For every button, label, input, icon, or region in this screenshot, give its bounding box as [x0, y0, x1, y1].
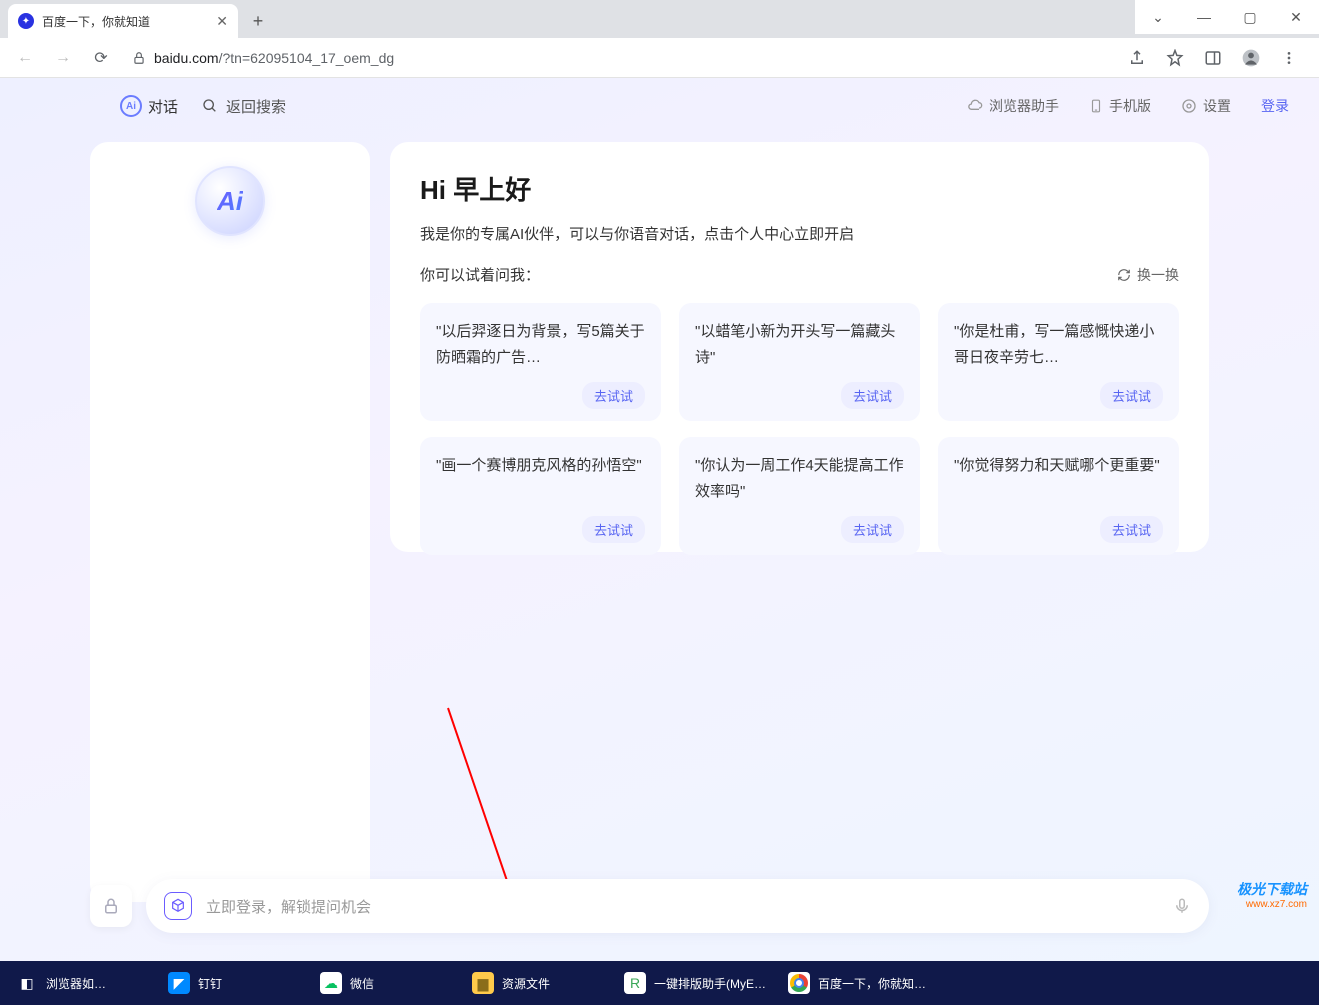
nav-forward-button[interactable]: →	[48, 43, 78, 73]
settings-link[interactable]: 设置	[1181, 96, 1231, 116]
chat-tab[interactable]: Ai 对话	[120, 95, 178, 117]
browser-helper-link[interactable]: 浏览器助手	[967, 96, 1059, 116]
try-button[interactable]: 去试试	[1100, 516, 1163, 543]
prompt-text: "以后羿逐日为背景，写5篇关于防晒霜的广告…	[436, 319, 645, 382]
refresh-icon	[1117, 268, 1131, 282]
chrome-icon	[788, 972, 810, 994]
input-bar-wrap: 立即登录，解锁提问机会	[0, 879, 1319, 933]
main-card: Hi 早上好 我是你的专属AI伙伴，可以与你语音对话，点击个人中心立即开启 你可…	[390, 142, 1209, 552]
prompt-card[interactable]: "画一个赛博朋克风格的孙悟空" 去试试	[420, 437, 661, 555]
prompt-card[interactable]: "你觉得努力和天赋哪个更重要" 去试试	[938, 437, 1179, 555]
mobile-link[interactable]: 手机版	[1089, 96, 1151, 116]
taskbar-item-dingtalk[interactable]: ◤ 钉钉	[158, 963, 308, 1003]
taskbar: ◧ 浏览器如… ◤ 钉钉 ☁ 微信 ▆ 资源文件 R 一键排版助手(MyE… 百…	[0, 961, 1319, 1005]
prompt-card[interactable]: "以蜡笔小新为开头写一篇藏头诗" 去试试	[679, 303, 920, 421]
login-link[interactable]: 登录	[1261, 96, 1289, 116]
tab-close-icon[interactable]: ✕	[216, 13, 228, 30]
prompt-text: "画一个赛博朋克风格的孙悟空"	[436, 453, 645, 516]
prompt-text: "你觉得努力和天赋哪个更重要"	[954, 453, 1163, 516]
phone-icon	[1089, 98, 1103, 114]
input-placeholder: 立即登录，解锁提问机会	[206, 896, 1159, 917]
refresh-button[interactable]: 换一换	[1117, 265, 1179, 285]
menu-icon[interactable]	[1277, 46, 1301, 70]
try-button[interactable]: 去试试	[841, 382, 904, 409]
dingtalk-icon: ◤	[168, 972, 190, 994]
bookmark-icon[interactable]	[1163, 46, 1187, 70]
window-maximize[interactable]: ▢	[1227, 0, 1273, 34]
prompt-card[interactable]: "你认为一周工作4天能提高工作效率吗" 去试试	[679, 437, 920, 555]
window-minimize[interactable]: —	[1181, 0, 1227, 34]
sidebar-card: Ai	[90, 142, 370, 902]
greeting: Hi 早上好	[420, 170, 1179, 207]
browser-tab-bar: ✦ 百度一下，你就知道 ✕ +	[0, 0, 1319, 38]
taskbar-item-browser[interactable]: ◧ 浏览器如…	[6, 963, 156, 1003]
cloud-icon	[967, 98, 983, 114]
lock-button[interactable]	[90, 885, 132, 927]
new-tab-button[interactable]: +	[244, 7, 272, 35]
prompt-card[interactable]: "你是杜甫，写一篇感慨快递小哥日夜辛劳七… 去试试	[938, 303, 1179, 421]
baidu-favicon: ✦	[18, 13, 34, 29]
tab-title: 百度一下，你就知道	[42, 13, 150, 30]
window-close[interactable]: ✕	[1273, 0, 1319, 34]
taskbar-item-wechat[interactable]: ☁ 微信	[310, 963, 460, 1003]
page-topbar: Ai 对话 返回搜索 浏览器助手 手机版 设置 登录	[0, 78, 1319, 134]
try-button[interactable]: 去试试	[582, 382, 645, 409]
prompt-text: "以蜡笔小新为开头写一篇藏头诗"	[695, 319, 904, 382]
address-bar: ← → ⟳ baidu.com/?tn=62095104_17_oem_dg	[0, 38, 1319, 78]
share-icon[interactable]	[1125, 46, 1149, 70]
wechat-icon: ☁	[320, 972, 342, 994]
chat-input-bar[interactable]: 立即登录，解锁提问机会	[146, 879, 1209, 933]
taskbar-item-chrome[interactable]: 百度一下，你就知…	[778, 963, 936, 1003]
cube-icon[interactable]	[164, 892, 192, 920]
profile-icon[interactable]	[1239, 46, 1263, 70]
ai-badge-icon: Ai	[120, 95, 142, 117]
taskbar-item-typeset[interactable]: R 一键排版助手(MyE…	[614, 963, 776, 1003]
window-controls: ⌄ — ▢ ✕	[1135, 0, 1319, 34]
browser-tab[interactable]: ✦ 百度一下，你就知道 ✕	[8, 4, 238, 38]
prompt-text: "你认为一周工作4天能提高工作效率吗"	[695, 453, 904, 516]
folder-icon: ▆	[472, 972, 494, 994]
prompt-grid: "以后羿逐日为背景，写5篇关于防晒霜的广告… 去试试 "以蜡笔小新为开头写一篇藏…	[420, 303, 1179, 555]
prompt-card[interactable]: "以后羿逐日为背景，写5篇关于防晒霜的广告… 去试试	[420, 303, 661, 421]
nav-reload-button[interactable]: ⟳	[86, 43, 116, 73]
search-icon	[202, 98, 218, 114]
browser-icon: ◧	[16, 972, 38, 994]
chat-tab-label: 对话	[148, 96, 178, 117]
try-button[interactable]: 去试试	[841, 516, 904, 543]
back-to-search[interactable]: 返回搜索	[202, 96, 286, 117]
gear-icon	[1181, 98, 1197, 114]
page-content: Ai 对话 返回搜索 浏览器助手 手机版 设置 登录	[0, 78, 1319, 961]
mic-icon[interactable]	[1173, 895, 1191, 917]
url-text: baidu.com/?tn=62095104_17_oem_dg	[154, 50, 394, 66]
lock-icon	[132, 51, 146, 65]
sidepanel-icon[interactable]	[1201, 46, 1225, 70]
back-search-label: 返回搜索	[226, 96, 286, 117]
app-icon: R	[624, 972, 646, 994]
ai-logo: Ai	[195, 166, 265, 236]
watermark: 极光下载站 www.xz7.com	[1237, 880, 1307, 911]
try-button[interactable]: 去试试	[582, 516, 645, 543]
nav-back-button[interactable]: ←	[10, 43, 40, 73]
lock-icon	[102, 897, 120, 915]
prompt-text: "你是杜甫，写一篇感慨快递小哥日夜辛劳七…	[954, 319, 1163, 382]
try-button[interactable]: 去试试	[1100, 382, 1163, 409]
window-dropdown[interactable]: ⌄	[1135, 0, 1181, 34]
taskbar-item-folder[interactable]: ▆ 资源文件	[462, 963, 612, 1003]
url-box[interactable]: baidu.com/?tn=62095104_17_oem_dg	[124, 50, 1117, 66]
try-label: 你可以试着问我：	[420, 264, 540, 285]
intro-text: 我是你的专属AI伙伴，可以与你语音对话，点击个人中心立即开启	[420, 223, 1179, 244]
